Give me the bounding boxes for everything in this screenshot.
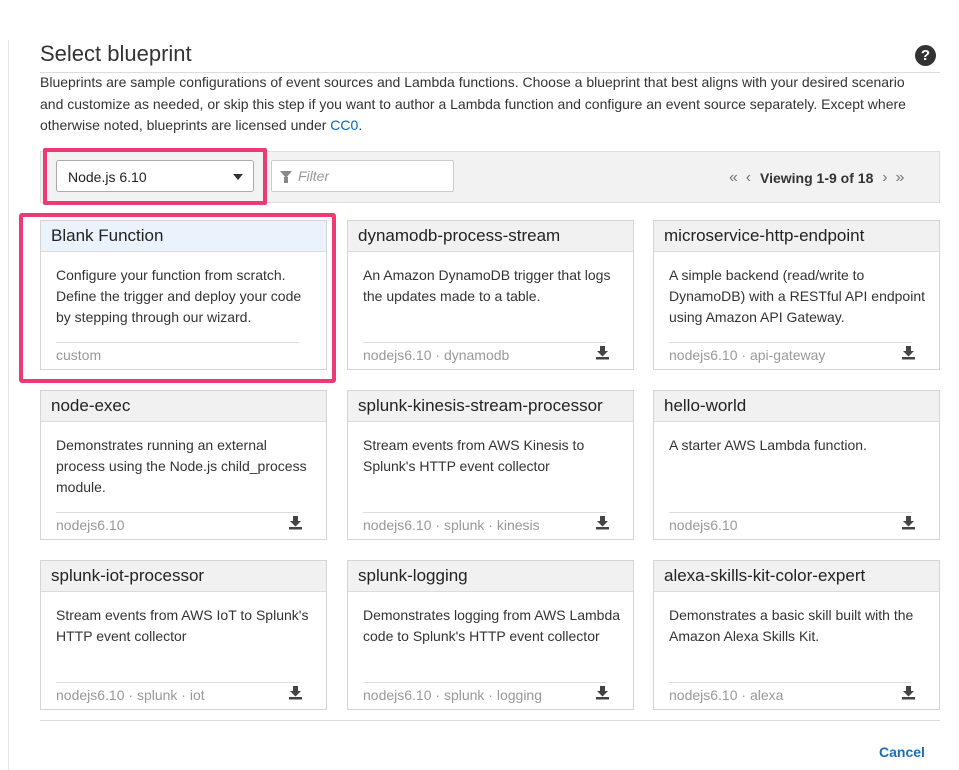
- page-title: Select blueprint: [40, 41, 192, 66]
- blueprint-card-title: dynamodb-process-stream: [348, 221, 633, 252]
- blueprint-card-description: Demonstrates running an external process…: [56, 437, 307, 495]
- blueprint-card-title: node-exec: [41, 391, 326, 422]
- blueprint-card-description: A starter AWS Lambda function.: [669, 437, 867, 453]
- download-icon[interactable]: [288, 515, 303, 530]
- last-page-button[interactable]: »: [893, 169, 906, 187]
- blueprint-card-description: Demonstrates logging from AWS Lambda cod…: [363, 607, 621, 644]
- blueprint-card-tags: nodejs6.10 · dynamodb: [363, 347, 510, 363]
- blueprint-card-tags: nodejs6.10 · api-gateway: [669, 347, 826, 363]
- filter-input[interactable]: [296, 167, 450, 185]
- blueprint-card-title: splunk-kinesis-stream-processor: [348, 391, 633, 422]
- description-suffix: .: [358, 117, 363, 133]
- download-icon[interactable]: [901, 515, 916, 530]
- runtime-highlight-box: [43, 148, 267, 205]
- blueprint-card-node-exec[interactable]: node-exec Demonstrates running an extern…: [40, 390, 327, 540]
- cc0-license-link[interactable]: CC0: [330, 117, 358, 133]
- pagination: « ‹ Viewing 1-9 of 18 › »: [727, 169, 906, 187]
- blueprint-card-splunk-logging[interactable]: splunk-logging Demonstrates logging from…: [347, 560, 634, 710]
- card-divider: [363, 682, 606, 683]
- blueprint-card-title: splunk-logging: [348, 561, 633, 592]
- blueprint-card-description: Stream events from AWS IoT to Splunk's H…: [56, 607, 309, 644]
- footer-divider: [40, 720, 940, 721]
- blueprint-card-splunk-kinesis-stream-processor[interactable]: splunk-kinesis-stream-processor Stream e…: [347, 390, 634, 540]
- description-text: Blueprints are sample configurations of …: [40, 74, 906, 133]
- blueprint-card-splunk-iot-processor[interactable]: splunk-iot-processor Stream events from …: [40, 560, 327, 710]
- download-icon[interactable]: [901, 685, 916, 700]
- prev-page-button[interactable]: ‹: [744, 169, 753, 187]
- blueprint-card-microservice-http-endpoint[interactable]: microservice-http-endpoint A simple back…: [653, 220, 940, 370]
- filter-field[interactable]: [271, 160, 454, 192]
- blueprint-card-description: Stream events from AWS Kinesis to Splunk…: [363, 437, 585, 474]
- next-page-button[interactable]: ›: [880, 169, 889, 187]
- card-divider: [56, 512, 299, 513]
- card-divider: [56, 682, 299, 683]
- card-divider: [669, 342, 912, 343]
- blueprint-card-tags: nodejs6.10 · splunk · iot: [56, 687, 205, 703]
- blank-function-highlight-box: [19, 213, 336, 383]
- download-icon[interactable]: [595, 685, 610, 700]
- blueprint-card-title: alexa-skills-kit-color-expert: [654, 561, 939, 592]
- blueprint-card-title: splunk-iot-processor: [41, 561, 326, 592]
- blueprint-card-tags: nodejs6.10: [56, 517, 125, 533]
- filter-icon: [280, 171, 292, 183]
- card-divider: [363, 512, 606, 513]
- download-icon[interactable]: [595, 345, 610, 360]
- blueprint-card-tags: nodejs6.10 · splunk · logging: [363, 687, 543, 703]
- blueprint-card-description: An Amazon DynamoDB trigger that logs the…: [363, 267, 611, 304]
- download-icon[interactable]: [288, 685, 303, 700]
- blueprint-card-hello-world[interactable]: hello-world A starter AWS Lambda functio…: [653, 390, 940, 540]
- blueprint-card-dynamodb-process-stream[interactable]: dynamodb-process-stream An Amazon Dynamo…: [347, 220, 634, 370]
- card-divider: [669, 512, 912, 513]
- pagination-status: Viewing 1-9 of 18: [760, 170, 874, 187]
- download-icon[interactable]: [595, 515, 610, 530]
- first-page-button[interactable]: «: [727, 169, 740, 187]
- download-icon[interactable]: [901, 345, 916, 360]
- blueprint-card-tags: nodejs6.10: [669, 517, 738, 533]
- blueprint-card-description: A simple backend (read/write to DynamoDB…: [669, 267, 926, 325]
- blueprint-card-tags: nodejs6.10 · alexa: [669, 687, 784, 703]
- card-divider: [669, 682, 912, 683]
- blueprint-card-title: hello-world: [654, 391, 939, 422]
- blueprint-card-title: microservice-http-endpoint: [654, 221, 939, 252]
- card-divider: [363, 342, 606, 343]
- left-divider: [8, 40, 9, 770]
- cancel-button[interactable]: Cancel: [879, 744, 925, 760]
- blueprint-card-tags: nodejs6.10 · splunk · kinesis: [363, 517, 540, 533]
- help-icon[interactable]: ?: [915, 45, 936, 66]
- blueprint-card-description: Demonstrates a basic skill built with th…: [669, 607, 914, 644]
- page-description: Blueprints are sample configurations of …: [40, 72, 930, 137]
- blueprint-card-alexa-skills-kit-color-expert[interactable]: alexa-skills-kit-color-expert Demonstrat…: [653, 560, 940, 710]
